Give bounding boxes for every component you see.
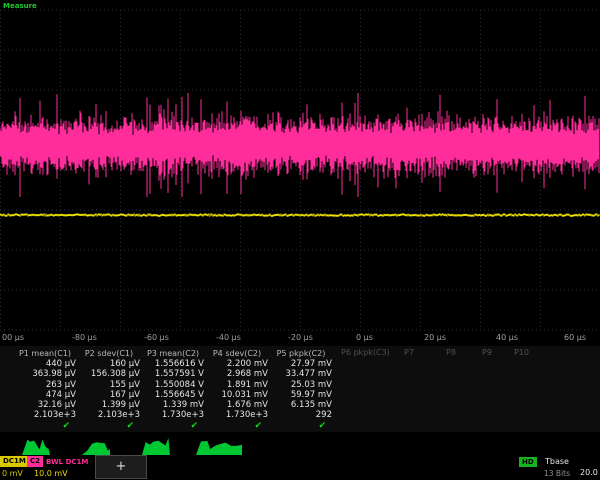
histicon-row (0, 436, 600, 455)
measure-column: P1 mean(C1)440 µV363.98 µV263 µV474 µV32… (14, 348, 76, 432)
measure-value: 1.399 µV (78, 400, 140, 410)
time-label: 0 µs (356, 333, 373, 342)
measure-value: 167 µV (78, 390, 140, 400)
time-label: 20 µs (424, 333, 446, 342)
add-trace-button[interactable]: + (95, 455, 147, 479)
measure-column: P5 pkpk(C2)27.97 mV33.477 mV25.03 mV59.9… (270, 348, 332, 432)
measure-header-unused[interactable]: P9 (482, 348, 492, 357)
measure-header-unused[interactable]: P7 (404, 348, 414, 357)
measure-header[interactable]: P3 mean(C2) (142, 348, 204, 359)
measure-value: 25.03 mV (270, 380, 332, 390)
measure-value: 1.556645 V (142, 390, 204, 400)
timebase-scale: 20.0 (580, 468, 598, 477)
time-label: -20 µs (288, 333, 313, 342)
measure-value: 1.339 mV (142, 400, 204, 410)
oscilloscope-screen: Measure 00 µs-80 µs-60 µs-40 µs-20 µs0 µ… (0, 0, 600, 480)
measure-value: 292 (270, 410, 332, 420)
c2-noise-trace (0, 93, 599, 197)
status-check-icon: ✔ (142, 421, 204, 432)
measure-header-unused[interactable]: P8 (446, 348, 456, 357)
status-check-icon: ✔ (78, 421, 140, 432)
bottom-bar: DC1M C2 BWL DC1M + 0 mV 10.0 mV HD Tbase… (0, 455, 600, 480)
time-label: -80 µs (72, 333, 97, 342)
measure-header[interactable]: P1 mean(C1) (14, 348, 76, 359)
measure-column: P4 sdev(C2)2.200 mV2.968 mV1.891 mV10.03… (206, 348, 268, 432)
measure-header[interactable]: P4 sdev(C2) (206, 348, 268, 359)
measure-value: 1.676 mV (206, 400, 268, 410)
measure-value: 263 µV (14, 380, 76, 390)
measure-value: 156.308 µV (78, 369, 140, 379)
histogram-icon[interactable] (82, 436, 110, 455)
measure-value: 1.556616 V (142, 359, 204, 369)
measure-value: 2.103e+3 (78, 410, 140, 420)
time-label: -60 µs (144, 333, 169, 342)
status-check-icon: ✔ (206, 421, 268, 432)
status-check-icon: ✔ (14, 421, 76, 432)
histogram-icon[interactable] (142, 436, 170, 455)
time-label: 60 µs (564, 333, 586, 342)
histogram-icon[interactable] (196, 436, 242, 455)
channel1-offset: 0 mV (2, 469, 23, 478)
time-label: 40 µs (496, 333, 518, 342)
measure-value: 1.557591 V (142, 369, 204, 379)
measure-value: 1.730e+3 (142, 410, 204, 420)
measure-table: P1 mean(C1)440 µV363.98 µV263 µV474 µV32… (0, 346, 600, 432)
measure-value: 33.477 mV (270, 369, 332, 379)
timebase-bits: 13 Bits (544, 469, 570, 478)
measure-value: 1.730e+3 (206, 410, 268, 420)
hd-badge: HD (519, 457, 537, 467)
measure-header-unused[interactable]: P10 (514, 348, 529, 357)
measure-value: 59.97 mV (270, 390, 332, 400)
measure-value: 155 µV (78, 380, 140, 390)
time-label: -40 µs (216, 333, 241, 342)
measure-value: 363.98 µV (14, 369, 76, 379)
measure-header[interactable]: P2 sdev(C1) (78, 348, 140, 359)
status-check-icon: ✔ (270, 421, 332, 432)
measure-value: 2.103e+3 (14, 410, 76, 420)
measure-value: 474 µV (14, 390, 76, 400)
channel1-scale: 10.0 mV (34, 469, 68, 478)
c1-trace (0, 213, 599, 217)
measure-value: 10.031 mV (206, 390, 268, 400)
timebase-descriptor[interactable]: Tbase (545, 457, 569, 466)
measure-value: 32.16 µV (14, 400, 76, 410)
measure-value: 160 µV (78, 359, 140, 369)
channel2-coupling-label: BWL DC1M (46, 458, 88, 466)
measure-column: P3 mean(C2)1.556616 V1.557591 V1.550084 … (142, 348, 204, 432)
measure-value: 1.891 mV (206, 380, 268, 390)
measure-column: P2 sdev(C1)160 µV156.308 µV155 µV167 µV1… (78, 348, 140, 432)
measure-value: 440 µV (14, 359, 76, 369)
channel2-descriptor[interactable]: C2 (27, 456, 43, 467)
measure-value: 2.200 mV (206, 359, 268, 369)
waveform-display (0, 8, 600, 334)
time-label: 00 µs (2, 333, 24, 342)
channel1-descriptor[interactable]: DC1M (0, 456, 29, 467)
time-axis: 00 µs -80 µs -60 µs -40 µs -20 µs 0 µs 20 µs 40… (0, 333, 600, 344)
measure-value: 1.550084 V (142, 380, 204, 390)
measure-header[interactable]: P5 pkpk(C2) (270, 348, 332, 359)
measure-value: 6.135 mV (270, 400, 332, 410)
histogram-icon[interactable] (22, 436, 50, 455)
measure-header-unused[interactable]: P6 pkpk(C3) (341, 348, 390, 357)
measure-value: 2.968 mV (206, 369, 268, 379)
measure-value: 27.97 mV (270, 359, 332, 369)
